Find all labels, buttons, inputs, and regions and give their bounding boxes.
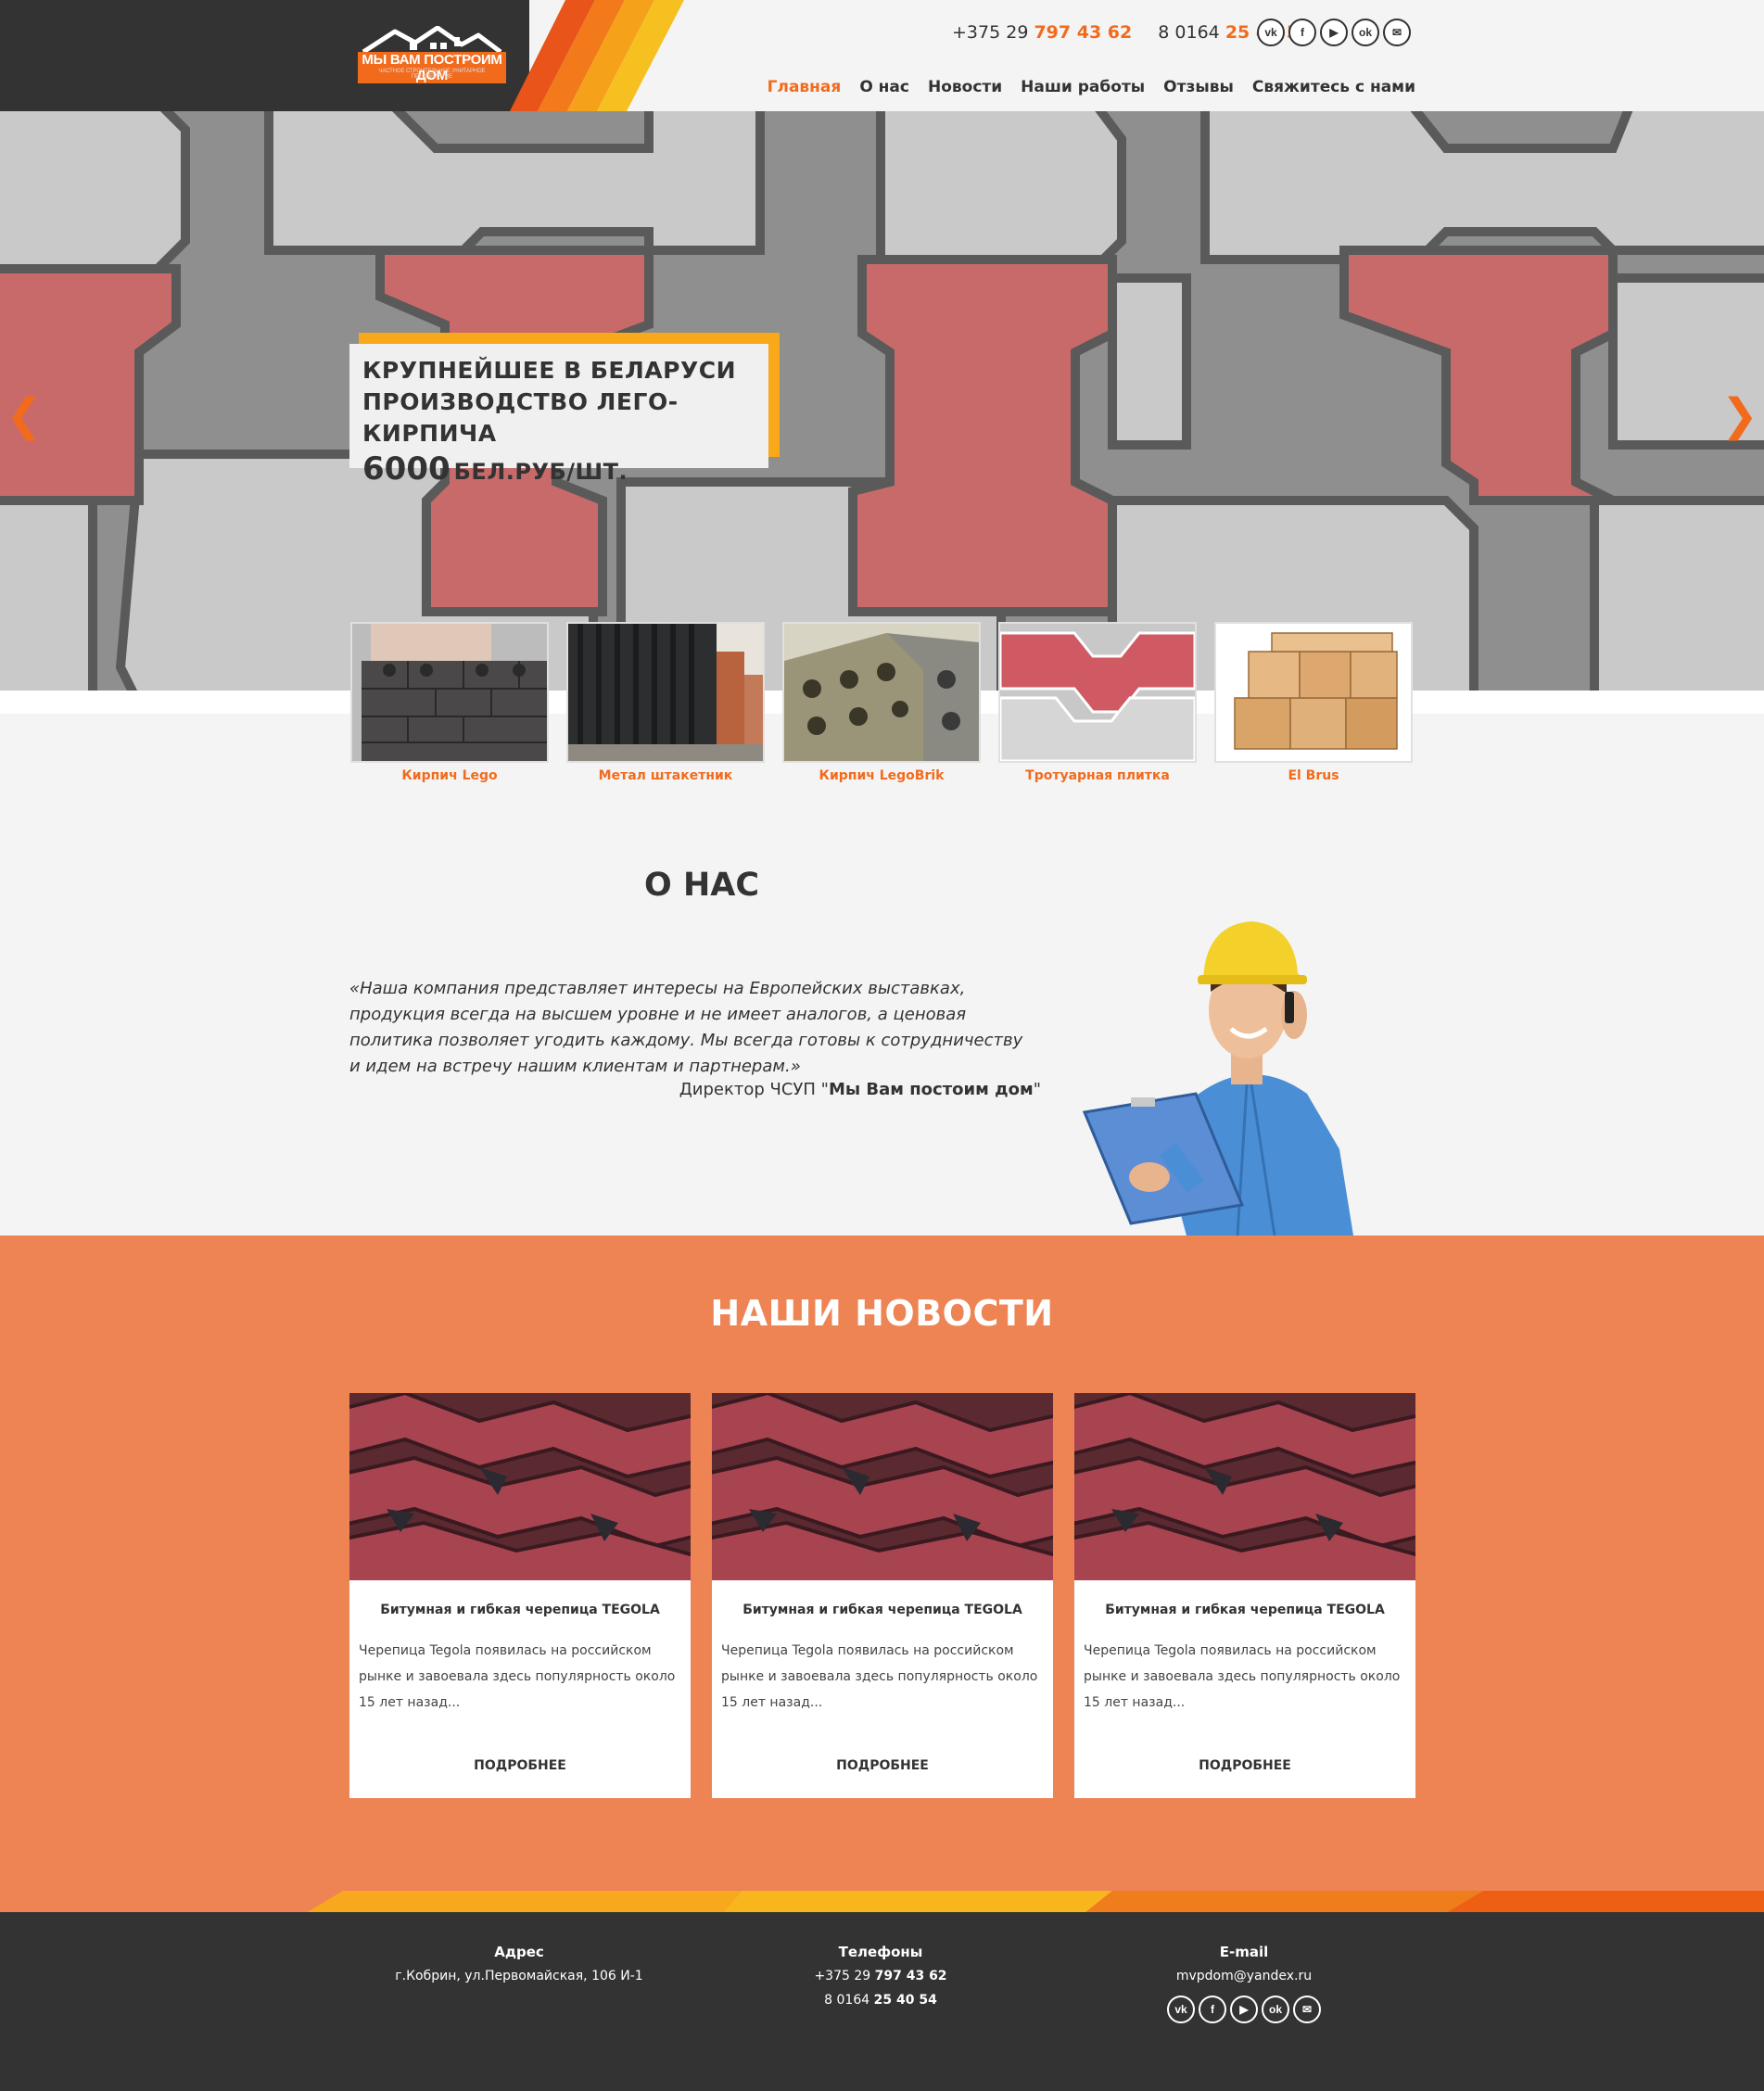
footer-email: E-mail mvpdom@yandex.ru vk f ▶ ok ✉: [1123, 1940, 1364, 2023]
logo-area[interactable]: МЫ ВАМ ПОСТРОИМ ДОМ ЧАСТНОЕ СТРОИТЕЛЬНОЕ…: [0, 0, 529, 111]
product-thumb: [350, 622, 549, 763]
news-card-title[interactable]: Битумная и гибкая черепица TEGOLA: [349, 1603, 691, 1617]
nav-contact[interactable]: Свяжитесь с нами: [1252, 78, 1415, 96]
nav-home[interactable]: Главная: [768, 78, 842, 96]
product-strip: Кирпич Lego Метал штакетник Кирпич LegoB…: [350, 622, 1413, 783]
footer-social: vk f ▶ ok ✉: [1123, 1996, 1364, 2023]
logo-subtitle: ЧАСТНОЕ СТРОИТЕЛЬНОЕ УНИТАРНОЕ ПРЕДПРИЯТ…: [378, 69, 486, 80]
news-card-title[interactable]: Битумная и гибкая черепица TEGOLA: [712, 1603, 1053, 1617]
product-label[interactable]: Тротуарная плитка: [998, 768, 1197, 783]
slider-next-arrow-icon[interactable]: ❯: [1721, 389, 1758, 441]
news-image-roof-shingles: [712, 1393, 1053, 1580]
news-title: НАШИ НОВОСТИ: [710, 1293, 1054, 1334]
promo-price: 6000: [362, 450, 451, 488]
news-image-roof-shingles: [1074, 1393, 1415, 1580]
news-section: НАШИ НОВОСТИ Битумная и гибкая черепица …: [0, 1236, 1764, 1894]
youtube-icon[interactable]: ▶: [1230, 1996, 1258, 2023]
footer-phones: Телефоны +375 29 797 43 62 8 0164 25 40 …: [760, 1940, 1001, 2012]
paving-tiles-image: [0, 111, 1764, 691]
product-lego-brick[interactable]: Кирпич Lego: [350, 622, 549, 783]
mail-icon[interactable]: ✉: [1293, 1996, 1321, 2023]
news-card[interactable]: Битумная и гибкая черепица TEGOLA Черепи…: [1074, 1393, 1415, 1798]
footer-email-link[interactable]: mvpdom@yandex.ru: [1123, 1964, 1364, 1988]
product-el-brus[interactable]: El Brus: [1214, 622, 1413, 783]
product-legobrik[interactable]: Кирпич LegoBrik: [782, 622, 981, 783]
nav-works[interactable]: Наши работы: [1021, 78, 1145, 96]
about-quote: «Наша компания представляет интересы на …: [349, 979, 1023, 1076]
hero-slider: ❮ ❯ КРУПНЕЙШЕЕ В БЕЛАРУСИ ПРОИЗВОДСТВО Л…: [0, 111, 1764, 691]
footer-phones-title: Телефоны: [838, 1944, 923, 1960]
promo-line2: ПРОИЗВОДСТВО ЛЕГО-КИРПИЧА: [362, 388, 679, 447]
product-label[interactable]: Кирпич LegoBrik: [782, 768, 981, 783]
odnoklassniki-icon[interactable]: ok: [1352, 19, 1379, 46]
news-card-text: Черепица Tegola появилась на российском …: [1084, 1643, 1401, 1710]
main-nav: Главная О нас Новости Наши работы Отзывы…: [768, 78, 1415, 96]
site-footer: Адрес г.Кобрин, ул.Первомайская, 106 И-1…: [0, 1912, 1764, 2091]
promo-banner: КРУПНЕЙШЕЕ В БЕЛАРУСИ ПРОИЗВОДСТВО ЛЕГО-…: [349, 344, 768, 488]
news-image-roof-shingles: [349, 1393, 691, 1580]
product-thumb: [566, 622, 765, 763]
product-label[interactable]: Метал штакетник: [566, 768, 765, 783]
footer-address-title: Адрес: [494, 1944, 544, 1960]
news-cards: Битумная и гибкая черепица TEGOLA Черепи…: [349, 1393, 1415, 1798]
promo-unit: БЕЛ.РУБ/ШТ.: [453, 459, 628, 485]
footer-stripe: [0, 1891, 1764, 1913]
site-header: МЫ ВАМ ПОСТРОИМ ДОМ ЧАСТНОЕ СТРОИТЕЛЬНОЕ…: [0, 0, 1764, 111]
footer-address-text: г.Кобрин, ул.Первомайская, 106 И-1: [395, 1969, 643, 1983]
product-label[interactable]: Кирпич Lego: [350, 768, 549, 783]
news-card-title[interactable]: Битумная и гибкая черепица TEGOLA: [1074, 1603, 1415, 1617]
about-title: О НАС: [644, 867, 760, 904]
footer-address: Адрес г.Кобрин, ул.Первомайская, 106 И-1: [389, 1940, 649, 1988]
footer-phone1[interactable]: +375 29 797 43 62: [760, 1964, 1001, 1988]
footer-phone2[interactable]: 8 0164 25 40 54: [760, 1988, 1001, 2012]
header-social: vk f ▶ ok ✉: [1257, 19, 1411, 46]
news-card[interactable]: Битумная и гибкая черепица TEGOLA Черепи…: [712, 1393, 1053, 1798]
facebook-icon[interactable]: f: [1199, 1996, 1226, 2023]
youtube-icon[interactable]: ▶: [1320, 19, 1348, 46]
nav-about[interactable]: О нас: [859, 78, 909, 96]
promo-line1: КРУПНЕЙШЕЕ В БЕЛАРУСИ: [362, 357, 736, 384]
facebook-icon[interactable]: f: [1288, 19, 1316, 46]
mail-icon[interactable]: ✉: [1383, 19, 1411, 46]
read-more-button[interactable]: ПОДРОБНЕЕ: [349, 1758, 691, 1773]
product-label[interactable]: El Brus: [1214, 768, 1413, 783]
vk-icon[interactable]: vk: [1167, 1996, 1195, 2023]
phone1[interactable]: +375 29 797 43 62: [952, 22, 1132, 43]
nav-reviews[interactable]: Отзывы: [1163, 78, 1234, 96]
product-metal-fence[interactable]: Метал штакетник: [566, 622, 765, 783]
header-stripes: [510, 0, 684, 111]
product-thumb: [782, 622, 981, 763]
news-card[interactable]: Битумная и гибкая черепица TEGOLA Черепи…: [349, 1393, 691, 1798]
vk-icon[interactable]: vk: [1257, 19, 1285, 46]
product-paving-tile[interactable]: Тротуарная плитка: [998, 622, 1197, 783]
product-thumb: [998, 622, 1197, 763]
nav-news[interactable]: Новости: [928, 78, 1002, 96]
footer-email-title: E-mail: [1219, 1944, 1269, 1960]
news-card-text: Черепица Tegola появилась на российском …: [721, 1643, 1038, 1710]
director-signature: Директор ЧСУП "Мы Вам постоим дом": [679, 1080, 1041, 1099]
product-thumb: [1214, 622, 1413, 763]
read-more-button[interactable]: ПОДРОБНЕЕ: [1074, 1758, 1415, 1773]
slider-prev-arrow-icon[interactable]: ❮: [6, 389, 43, 441]
builder-worker-image: [1082, 921, 1353, 1236]
odnoklassniki-icon[interactable]: ok: [1262, 1996, 1289, 2023]
read-more-button[interactable]: ПОДРОБНЕЕ: [712, 1758, 1053, 1773]
news-card-text: Черепица Tegola появилась на российском …: [359, 1643, 676, 1710]
